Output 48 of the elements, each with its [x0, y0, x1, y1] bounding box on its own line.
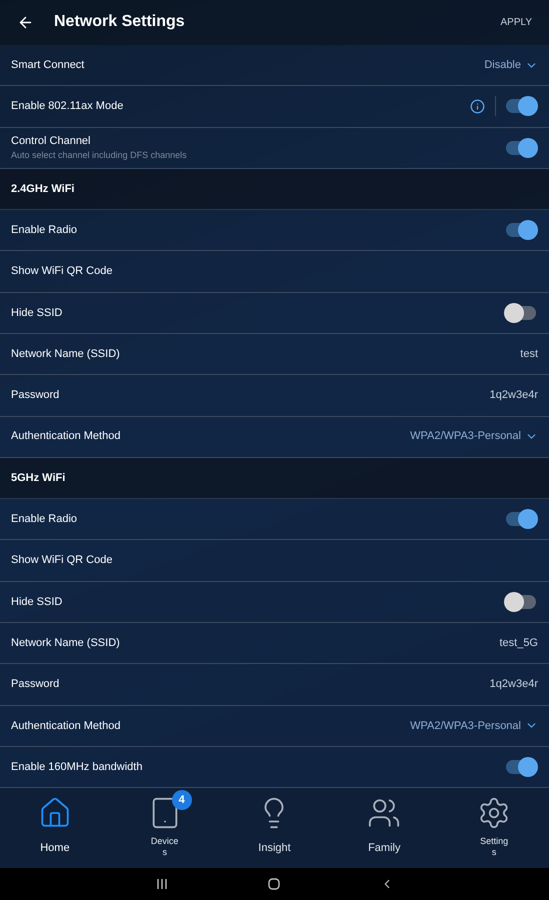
toggle-switch[interactable] — [506, 99, 536, 114]
setting-label: Enable 802.11ax Mode — [11, 99, 124, 114]
setting-label: Authentication Method — [11, 429, 120, 444]
setting-label: Hide SSID — [11, 306, 62, 321]
setting-label: Enable 160MHz bandwidth — [11, 760, 142, 775]
setting-label: Enable Radio — [11, 222, 78, 238]
toggle-switch[interactable] — [506, 760, 536, 774]
section-header: 2.4GHz WiFi — [0, 168, 549, 210]
setting-label: Smart Connect — [11, 58, 84, 73]
nav-label: Devices — [150, 836, 180, 858]
nav-tab[interactable]: Settings — [454, 792, 534, 864]
setting-value: test — [520, 346, 538, 362]
setting-label: Password — [11, 388, 60, 404]
setting-label: Hide SSID — [11, 594, 62, 610]
dropdown[interactable]: WPA2/WPA3-Personal — [410, 718, 538, 734]
nav-tab[interactable]: Insight — [234, 792, 314, 864]
dropdown[interactable]: WPA2/WPA3-Personal — [410, 428, 538, 445]
setting-label: Show WiFi QR Code — [11, 264, 112, 280]
nav-label: Home — [40, 841, 70, 856]
setting-label: Password — [11, 677, 60, 692]
nav-label: Insight — [258, 841, 291, 856]
setting-description: Auto select channel including DFS channels — [11, 149, 187, 162]
setting-label: Enable Radio — [11, 512, 78, 528]
section-header: 5GHz WiFi — [0, 458, 549, 500]
nav-label: Family — [368, 841, 400, 856]
toggle-switch[interactable] — [506, 140, 536, 155]
setting-value: test_5G — [499, 636, 538, 651]
nav-label: Settings — [479, 836, 510, 858]
nav-tab[interactable]: 4 Devices — [124, 792, 205, 864]
dropdown[interactable]: Disable — [484, 56, 538, 74]
toggle-switch[interactable] — [506, 512, 536, 526]
setting-label: Control Channel — [11, 134, 92, 149]
toggle-switch[interactable] — [506, 594, 536, 609]
nav-tab[interactable]: Family — [344, 792, 424, 864]
count-badge: 4 — [172, 790, 192, 810]
setting-label: Show WiFi QR Code — [11, 553, 112, 568]
recent-apps-icon[interactable] — [156, 878, 168, 890]
toggle-switch[interactable] — [506, 306, 536, 320]
setting-label: Authentication Method — [11, 718, 120, 734]
setting-label: Network Name (SSID) — [11, 636, 120, 651]
setting-value: 1q2w3e4r — [490, 677, 538, 692]
apply-button[interactable]: APPLY — [500, 14, 532, 30]
info-icon[interactable] — [470, 98, 485, 114]
toggle-switch[interactable] — [506, 223, 536, 238]
setting-value: 1q2w3e4r — [490, 388, 538, 404]
setting-label: Network Name (SSID) — [11, 346, 120, 362]
nav-tab[interactable]: Home — [14, 792, 95, 864]
page-title: Network Settings — [54, 12, 185, 32]
